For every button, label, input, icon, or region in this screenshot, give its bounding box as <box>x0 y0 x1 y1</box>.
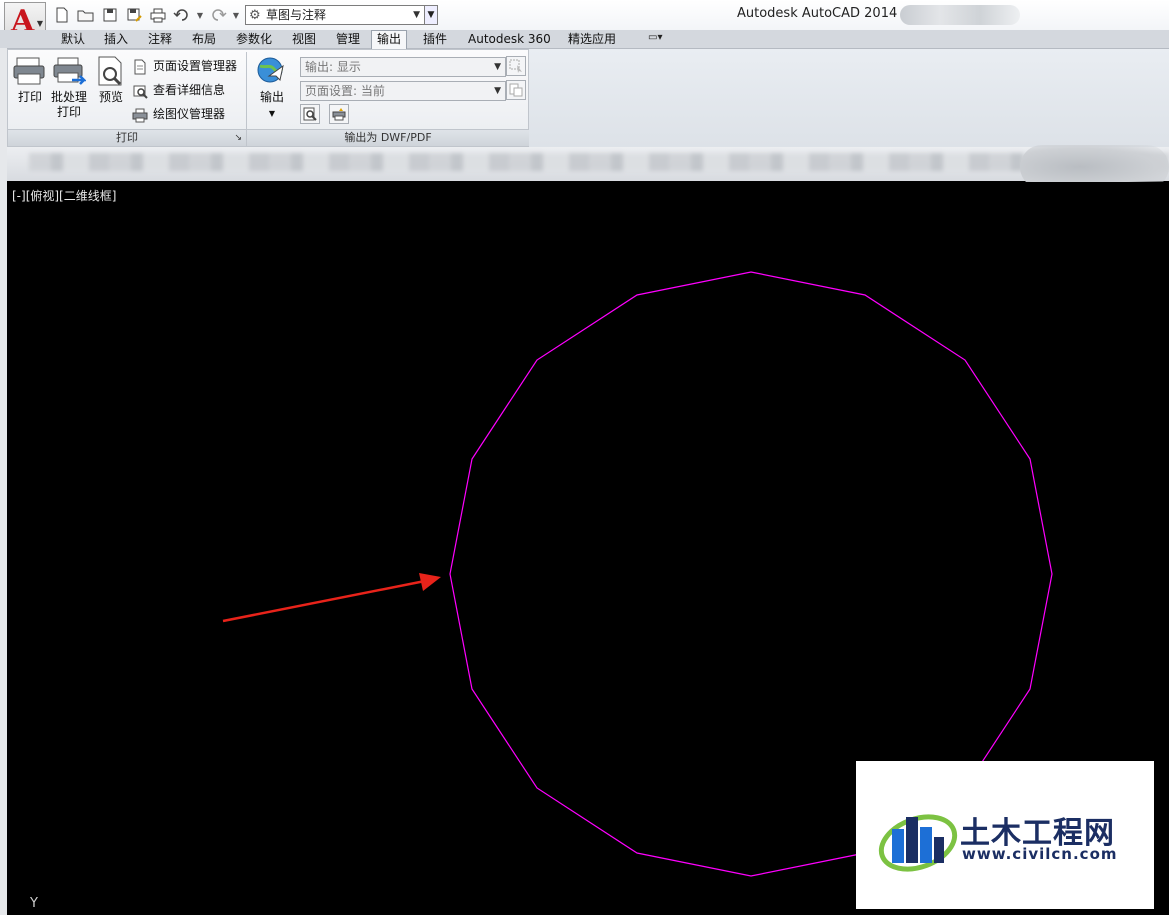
viewport-controls-label[interactable]: [-][俯视][二维线框] <box>12 187 116 204</box>
watermark-url: www.civilcn.com <box>962 845 1118 863</box>
red-arrow-annotation <box>222 573 441 623</box>
watermark: 土木工程网 www.civilcn.com <box>856 761 1154 909</box>
arrow-shaft <box>222 579 426 623</box>
ucs-icon-y-axis: Y <box>30 896 38 911</box>
arrow-head <box>419 573 441 591</box>
